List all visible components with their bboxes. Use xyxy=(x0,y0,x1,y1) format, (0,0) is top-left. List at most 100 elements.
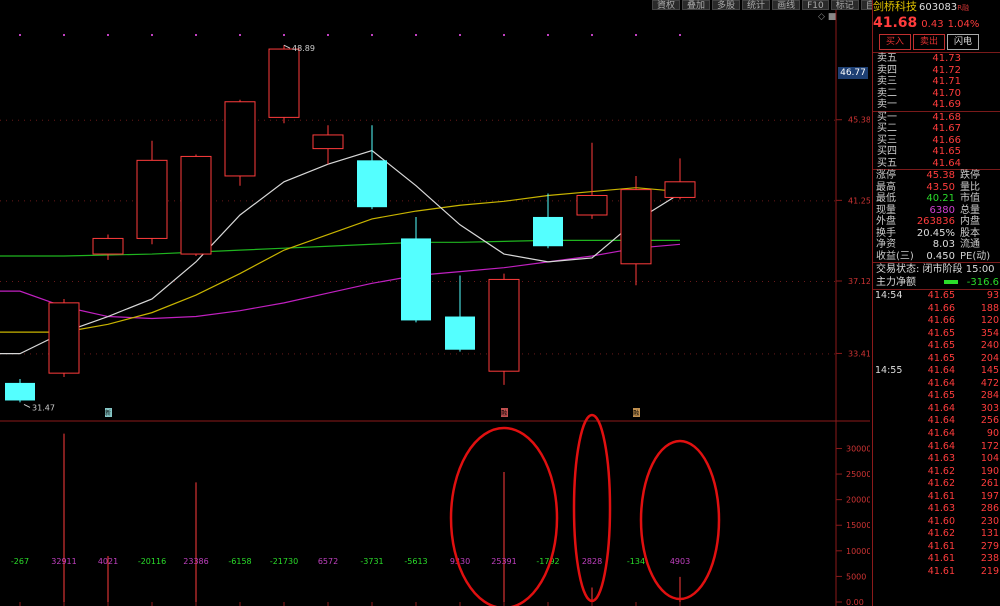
toolbar-button[interactable]: F10 xyxy=(802,0,829,11)
grid-dot xyxy=(744,119,745,121)
tick-row: 41.65 204 xyxy=(873,353,1000,366)
grid-dot xyxy=(90,280,91,282)
tick-price: 41.65 xyxy=(927,352,955,364)
grid-dot xyxy=(432,119,433,121)
grid-dot xyxy=(618,200,619,202)
grid-dot xyxy=(30,119,31,121)
ask-row[interactable]: 卖四 41.72 xyxy=(873,65,1000,77)
ask-row[interactable]: 卖二 41.70 xyxy=(873,88,1000,100)
toolbar-button[interactable]: 多股 xyxy=(712,0,741,11)
stat-label: 最低 xyxy=(876,193,896,204)
tick-time xyxy=(873,441,927,454)
grid-dot xyxy=(168,200,169,202)
grid-dot xyxy=(150,119,151,121)
grid-dot xyxy=(480,353,481,355)
toolbar-button[interactable]: 统计 xyxy=(742,0,771,11)
grid-dot xyxy=(672,200,673,202)
grid-dot xyxy=(414,119,415,121)
stat-row: 换手 20.45% 股本 xyxy=(873,228,1000,240)
grid-dot xyxy=(348,200,349,202)
grid-dot xyxy=(798,200,799,202)
grid-dot xyxy=(738,200,739,202)
stat-value: 43.50 xyxy=(926,181,955,193)
top-marker xyxy=(459,34,461,36)
tick-row: 41.64 90 xyxy=(873,428,1000,441)
grid-dot xyxy=(750,280,751,282)
grid-dot xyxy=(696,353,697,355)
ask-row[interactable]: 卖一 41.69 xyxy=(873,99,1000,111)
grid-dot xyxy=(198,353,199,355)
grid-dot xyxy=(720,353,721,355)
grid-dot xyxy=(564,353,565,355)
sell-button[interactable]: 卖出 xyxy=(913,34,946,50)
candle-body-up xyxy=(620,189,652,265)
grid-dot xyxy=(720,200,721,202)
grid-dot xyxy=(174,119,175,121)
tick-volume: 240 xyxy=(980,340,999,352)
grid-dot xyxy=(0,200,1,202)
price-tick-label: 45.38 xyxy=(848,116,870,125)
grid-dot xyxy=(162,353,163,355)
grid-dot xyxy=(498,119,499,121)
ask-row[interactable]: 卖三 41.71 xyxy=(873,76,1000,88)
tick-list[interactable]: 14:54 41.65 93 41.66 188 41.66 120 41.65 354 41.6… xyxy=(873,290,1000,579)
grid-dot xyxy=(528,280,529,282)
grid-dot xyxy=(750,353,751,355)
grid-dot xyxy=(420,119,421,121)
grid-dot xyxy=(180,119,181,121)
toolbar-icons[interactable]: ◇ ■ xyxy=(818,12,836,22)
grid-dot xyxy=(630,119,631,121)
tick-row: 41.61 279 xyxy=(873,541,1000,554)
vol-tick-label: 10000 xyxy=(846,547,870,556)
grid-dot xyxy=(66,200,67,202)
bid-row[interactable]: 买三 41.66 xyxy=(873,135,1000,147)
toolbar-button[interactable]: 叠加 xyxy=(682,0,711,11)
toolbar-button[interactable]: 画线 xyxy=(772,0,801,11)
grid-dot xyxy=(240,280,241,282)
stat-value: 20.45% xyxy=(916,227,955,239)
grid-dot xyxy=(624,280,625,282)
toolbar-button[interactable]: 資权 xyxy=(652,0,681,11)
bid-row[interactable]: 买二 41.67 xyxy=(873,123,1000,135)
bid-row[interactable]: 买一 41.68 xyxy=(873,112,1000,124)
grid-dot xyxy=(810,353,811,355)
grid-dot xyxy=(300,200,301,202)
grid-dot xyxy=(132,119,133,121)
buy-button[interactable]: 买入 xyxy=(879,34,912,50)
grid-dot xyxy=(480,280,481,282)
toolbar-button[interactable]: 标记 xyxy=(830,0,859,11)
ask-row[interactable]: 卖五 41.73 xyxy=(873,53,1000,65)
grid-dot xyxy=(762,353,763,355)
tick-price: 41.66 xyxy=(927,315,955,327)
bid-row[interactable]: 买四 41.65 xyxy=(873,146,1000,158)
tick-row: 41.64 172 xyxy=(873,441,1000,454)
grid-dot xyxy=(396,200,397,202)
grid-dot xyxy=(450,280,451,282)
grid-dot xyxy=(654,200,655,202)
flash-order-button[interactable]: 闪电 xyxy=(947,34,980,50)
grid-dot xyxy=(204,119,205,121)
vol-tick-label: 30000 xyxy=(846,444,870,453)
grid-dot xyxy=(438,280,439,282)
vol-tick-label: 15000 xyxy=(846,521,870,530)
grid-dot xyxy=(684,119,685,121)
grid-dot xyxy=(576,353,577,355)
tick-volume: 286 xyxy=(980,503,999,515)
top-marker xyxy=(415,34,417,36)
grid-dot xyxy=(570,280,571,282)
stat-row: 最低 40.21 市值 xyxy=(873,193,1000,205)
stat-row: 净资 8.03 流通 xyxy=(873,239,1000,251)
annotation-circle xyxy=(572,413,612,603)
grid-dot xyxy=(474,280,475,282)
kline-chart[interactable]: 45.38 41.25 37.12 33.41 30000 25000 20000 15000… xyxy=(0,0,870,606)
grid-dot xyxy=(84,119,85,121)
grid-dot xyxy=(312,353,313,355)
bid-row[interactable]: 买五 41.64 xyxy=(873,158,1000,170)
price-tick-label: 41.25 xyxy=(848,196,870,205)
grid-dot xyxy=(642,353,643,355)
candle-body-down xyxy=(357,160,387,208)
grid-dot xyxy=(252,280,253,282)
tick-price: 41.64 xyxy=(927,377,955,389)
grid-dot xyxy=(426,200,427,202)
grid-dot xyxy=(168,119,169,121)
